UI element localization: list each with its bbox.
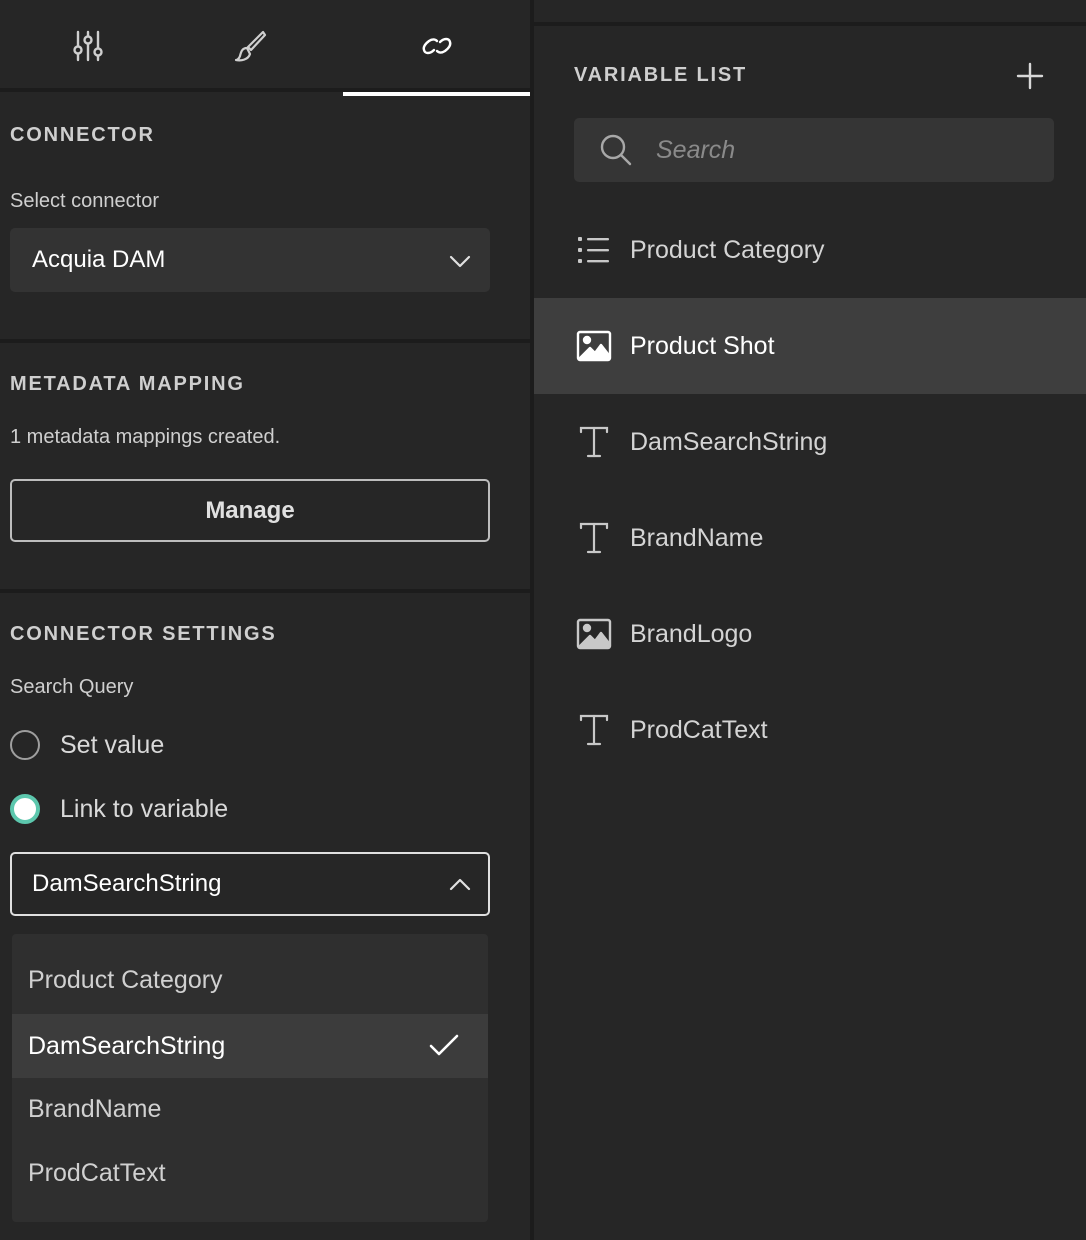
variable-select-value: DamSearchString: [32, 870, 222, 897]
variable-item[interactable]: DamSearchString: [534, 394, 1086, 490]
text-icon: [579, 522, 609, 554]
chevron-up-icon: [449, 878, 471, 891]
dropdown-option-label: Product Category: [28, 965, 223, 994]
variable-list-title: VARIABLE LIST: [574, 64, 748, 86]
variable-search-box[interactable]: [574, 118, 1054, 182]
search-query-label: Search Query: [10, 676, 134, 698]
dropdown-option[interactable]: Product Category: [12, 948, 488, 1012]
dropdown-option-label: ProdCatText: [28, 1158, 166, 1187]
connector-section-title: CONNECTOR: [10, 124, 155, 146]
tab-style[interactable]: [162, 0, 338, 92]
image-icon: [576, 618, 612, 650]
radio-button-checked[interactable]: [10, 794, 40, 824]
section-divider: [0, 589, 530, 593]
metadata-status: 1 metadata mappings created.: [10, 426, 281, 448]
variable-item[interactable]: BrandName: [534, 490, 1086, 586]
connector-select[interactable]: Acquia DAM: [10, 228, 490, 292]
radio-set-value[interactable]: Set value: [10, 725, 164, 765]
variable-item-selected[interactable]: Product Shot: [534, 298, 1086, 394]
dropdown-option-selected[interactable]: DamSearchString: [12, 1014, 488, 1078]
chevron-down-icon: [449, 255, 471, 268]
variable-list-panel: VARIABLE LIST Product Category Product S…: [534, 0, 1086, 1240]
section-divider: [0, 339, 530, 343]
radio-label: Set value: [60, 730, 165, 759]
radio-link-variable[interactable]: Link to variable: [10, 789, 228, 829]
variable-label: BrandName: [630, 523, 764, 552]
image-icon: [576, 330, 612, 362]
connector-select-value: Acquia DAM: [32, 246, 166, 273]
variable-dropdown-menu: Product Category DamSearchString BrandNa…: [12, 934, 488, 1222]
checkmark-icon: [429, 1034, 459, 1056]
metadata-section-title: METADATA MAPPING: [10, 373, 245, 395]
dropdown-option-label: BrandName: [28, 1094, 162, 1123]
connector-settings-title: CONNECTOR SETTINGS: [10, 623, 277, 645]
variable-item[interactable]: Product Category: [534, 202, 1086, 298]
tab-bar: [0, 0, 530, 96]
link-icon: [422, 37, 451, 55]
dropdown-option[interactable]: ProdCatText: [12, 1141, 488, 1205]
text-icon: [579, 426, 609, 458]
tab-link[interactable]: [343, 0, 530, 96]
variable-item[interactable]: ProdCatText: [534, 682, 1086, 778]
list-icon: [578, 237, 609, 263]
radio-label: Link to variable: [60, 794, 229, 823]
variable-item[interactable]: BrandLogo: [534, 586, 1086, 682]
manage-button[interactable]: Manage: [10, 479, 490, 542]
variable-label: Product Shot: [630, 331, 775, 360]
search-input[interactable]: [656, 118, 1036, 182]
sliders-icon: [73, 30, 103, 62]
select-connector-label: Select connector: [10, 190, 159, 212]
brush-icon: [234, 30, 267, 62]
variable-label: ProdCatText: [630, 715, 768, 744]
dropdown-option-label: DamSearchString: [28, 1031, 226, 1060]
search-icon: [600, 134, 632, 166]
text-icon: [579, 714, 609, 746]
variable-select[interactable]: DamSearchString: [10, 852, 490, 916]
add-variable-plus-icon[interactable]: [1014, 60, 1046, 92]
tab-properties[interactable]: [0, 0, 176, 92]
variable-label: DamSearchString: [630, 427, 828, 456]
variable-label: Product Category: [630, 235, 825, 264]
top-divider: [534, 22, 1086, 26]
radio-button[interactable]: [10, 730, 40, 760]
properties-panel: CONNECTOR Select connector Acquia DAM ME…: [0, 0, 530, 1240]
dropdown-option[interactable]: BrandName: [12, 1077, 488, 1141]
variable-label: BrandLogo: [630, 619, 753, 648]
